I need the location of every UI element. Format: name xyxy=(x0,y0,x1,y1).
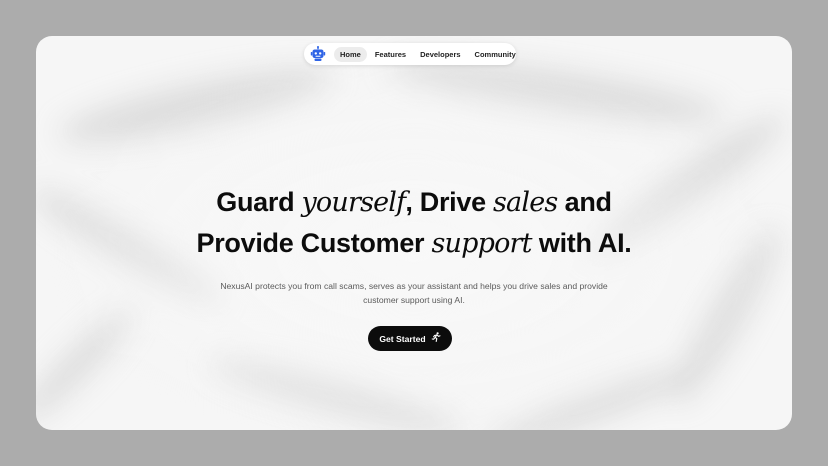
hero-title-italic: support xyxy=(431,228,532,259)
running-person-icon xyxy=(431,332,441,345)
hero-card: Home Features Developers Community Guard… xyxy=(36,36,792,430)
hero-title-text: Guard xyxy=(216,187,302,217)
hero-title-text: with AI. xyxy=(531,228,632,258)
nav-features[interactable]: Features xyxy=(369,47,412,62)
hero-title-italic: sales xyxy=(493,187,558,218)
hero-title-line-1: Guard yourself, Drive sales and xyxy=(36,182,792,223)
top-navbar: Home Features Developers Community xyxy=(304,43,516,65)
hero-subtitle-line-2: customer support using AI. xyxy=(363,294,465,305)
hero-title-italic: yourself xyxy=(301,187,406,218)
get-started-label: Get Started xyxy=(379,333,426,344)
nav-home[interactable]: Home xyxy=(334,46,367,62)
nav-community[interactable]: Community xyxy=(469,47,522,62)
hero-title: Guard yourself, Drive sales and Provide … xyxy=(36,182,792,264)
hero-subtitle-line-1: NexusAI protects you from call scams, se… xyxy=(220,281,608,291)
nav-developers[interactable]: Developers xyxy=(414,47,466,62)
get-started-button[interactable]: Get Started xyxy=(368,326,452,351)
hero-title-text: , Drive xyxy=(405,187,493,217)
hero-title-text: Provide Customer xyxy=(196,228,432,258)
hero-title-line-2: Provide Customer support with AI. xyxy=(36,223,792,264)
hero-title-text: and xyxy=(557,187,612,217)
robot-icon[interactable] xyxy=(310,45,326,63)
hero-subtitle: NexusAI protects you from call scams, se… xyxy=(206,280,622,307)
